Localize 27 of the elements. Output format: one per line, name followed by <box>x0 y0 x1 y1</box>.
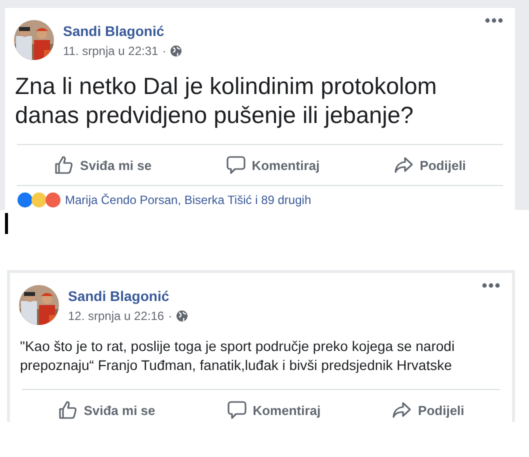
text-cursor <box>5 213 8 234</box>
comment-button[interactable]: Komentiraj <box>216 394 331 422</box>
thumbs-up-icon <box>54 155 74 175</box>
speech-bubble-icon <box>226 155 246 175</box>
more-options-icon[interactable] <box>485 18 503 23</box>
globe-icon <box>170 44 182 56</box>
globe-icon <box>176 310 188 322</box>
speech-bubble-icon <box>226 400 247 420</box>
thumbs-up-icon <box>58 400 78 420</box>
comment-button[interactable]: Komentiraj <box>216 149 330 181</box>
post-text: "Kao što je to rat, poslije toga je sport područje preko kojega se narodi prepoznaju“ Franjo Tuđman, fanatik,luđak i bivši predsjednik Hrvatske <box>19 337 456 375</box>
separator-dot: · <box>168 308 172 322</box>
share-button[interactable]: Podijeli <box>382 394 474 422</box>
reaction-icons <box>17 192 61 208</box>
reaction-names[interactable]: Marija Čendo Porsan, Biserka Tišić i 89 drugih <box>65 192 312 208</box>
post-date[interactable]: 11. srpnja u 22:31 <box>63 44 158 58</box>
like-button[interactable]: Sviđa mi se <box>44 149 162 181</box>
like-button[interactable]: Sviđa mi se <box>48 394 166 422</box>
share-button[interactable]: Podijeli <box>384 149 476 181</box>
more-options-icon[interactable] <box>482 283 500 288</box>
share-arrow-icon <box>392 400 412 420</box>
share-arrow-icon <box>394 155 414 175</box>
post-text: Zna li netko Dal je kolindinim protokolom danas predvidjeno pušenje ili jebanje? <box>14 72 438 130</box>
post-date[interactable]: 12. srpnja u 22:16 <box>68 308 164 322</box>
separator-dot: · <box>162 44 166 58</box>
author-name[interactable]: Sandi Blagonić <box>68 288 188 304</box>
author-name[interactable]: Sandi Blagonić <box>63 22 182 38</box>
